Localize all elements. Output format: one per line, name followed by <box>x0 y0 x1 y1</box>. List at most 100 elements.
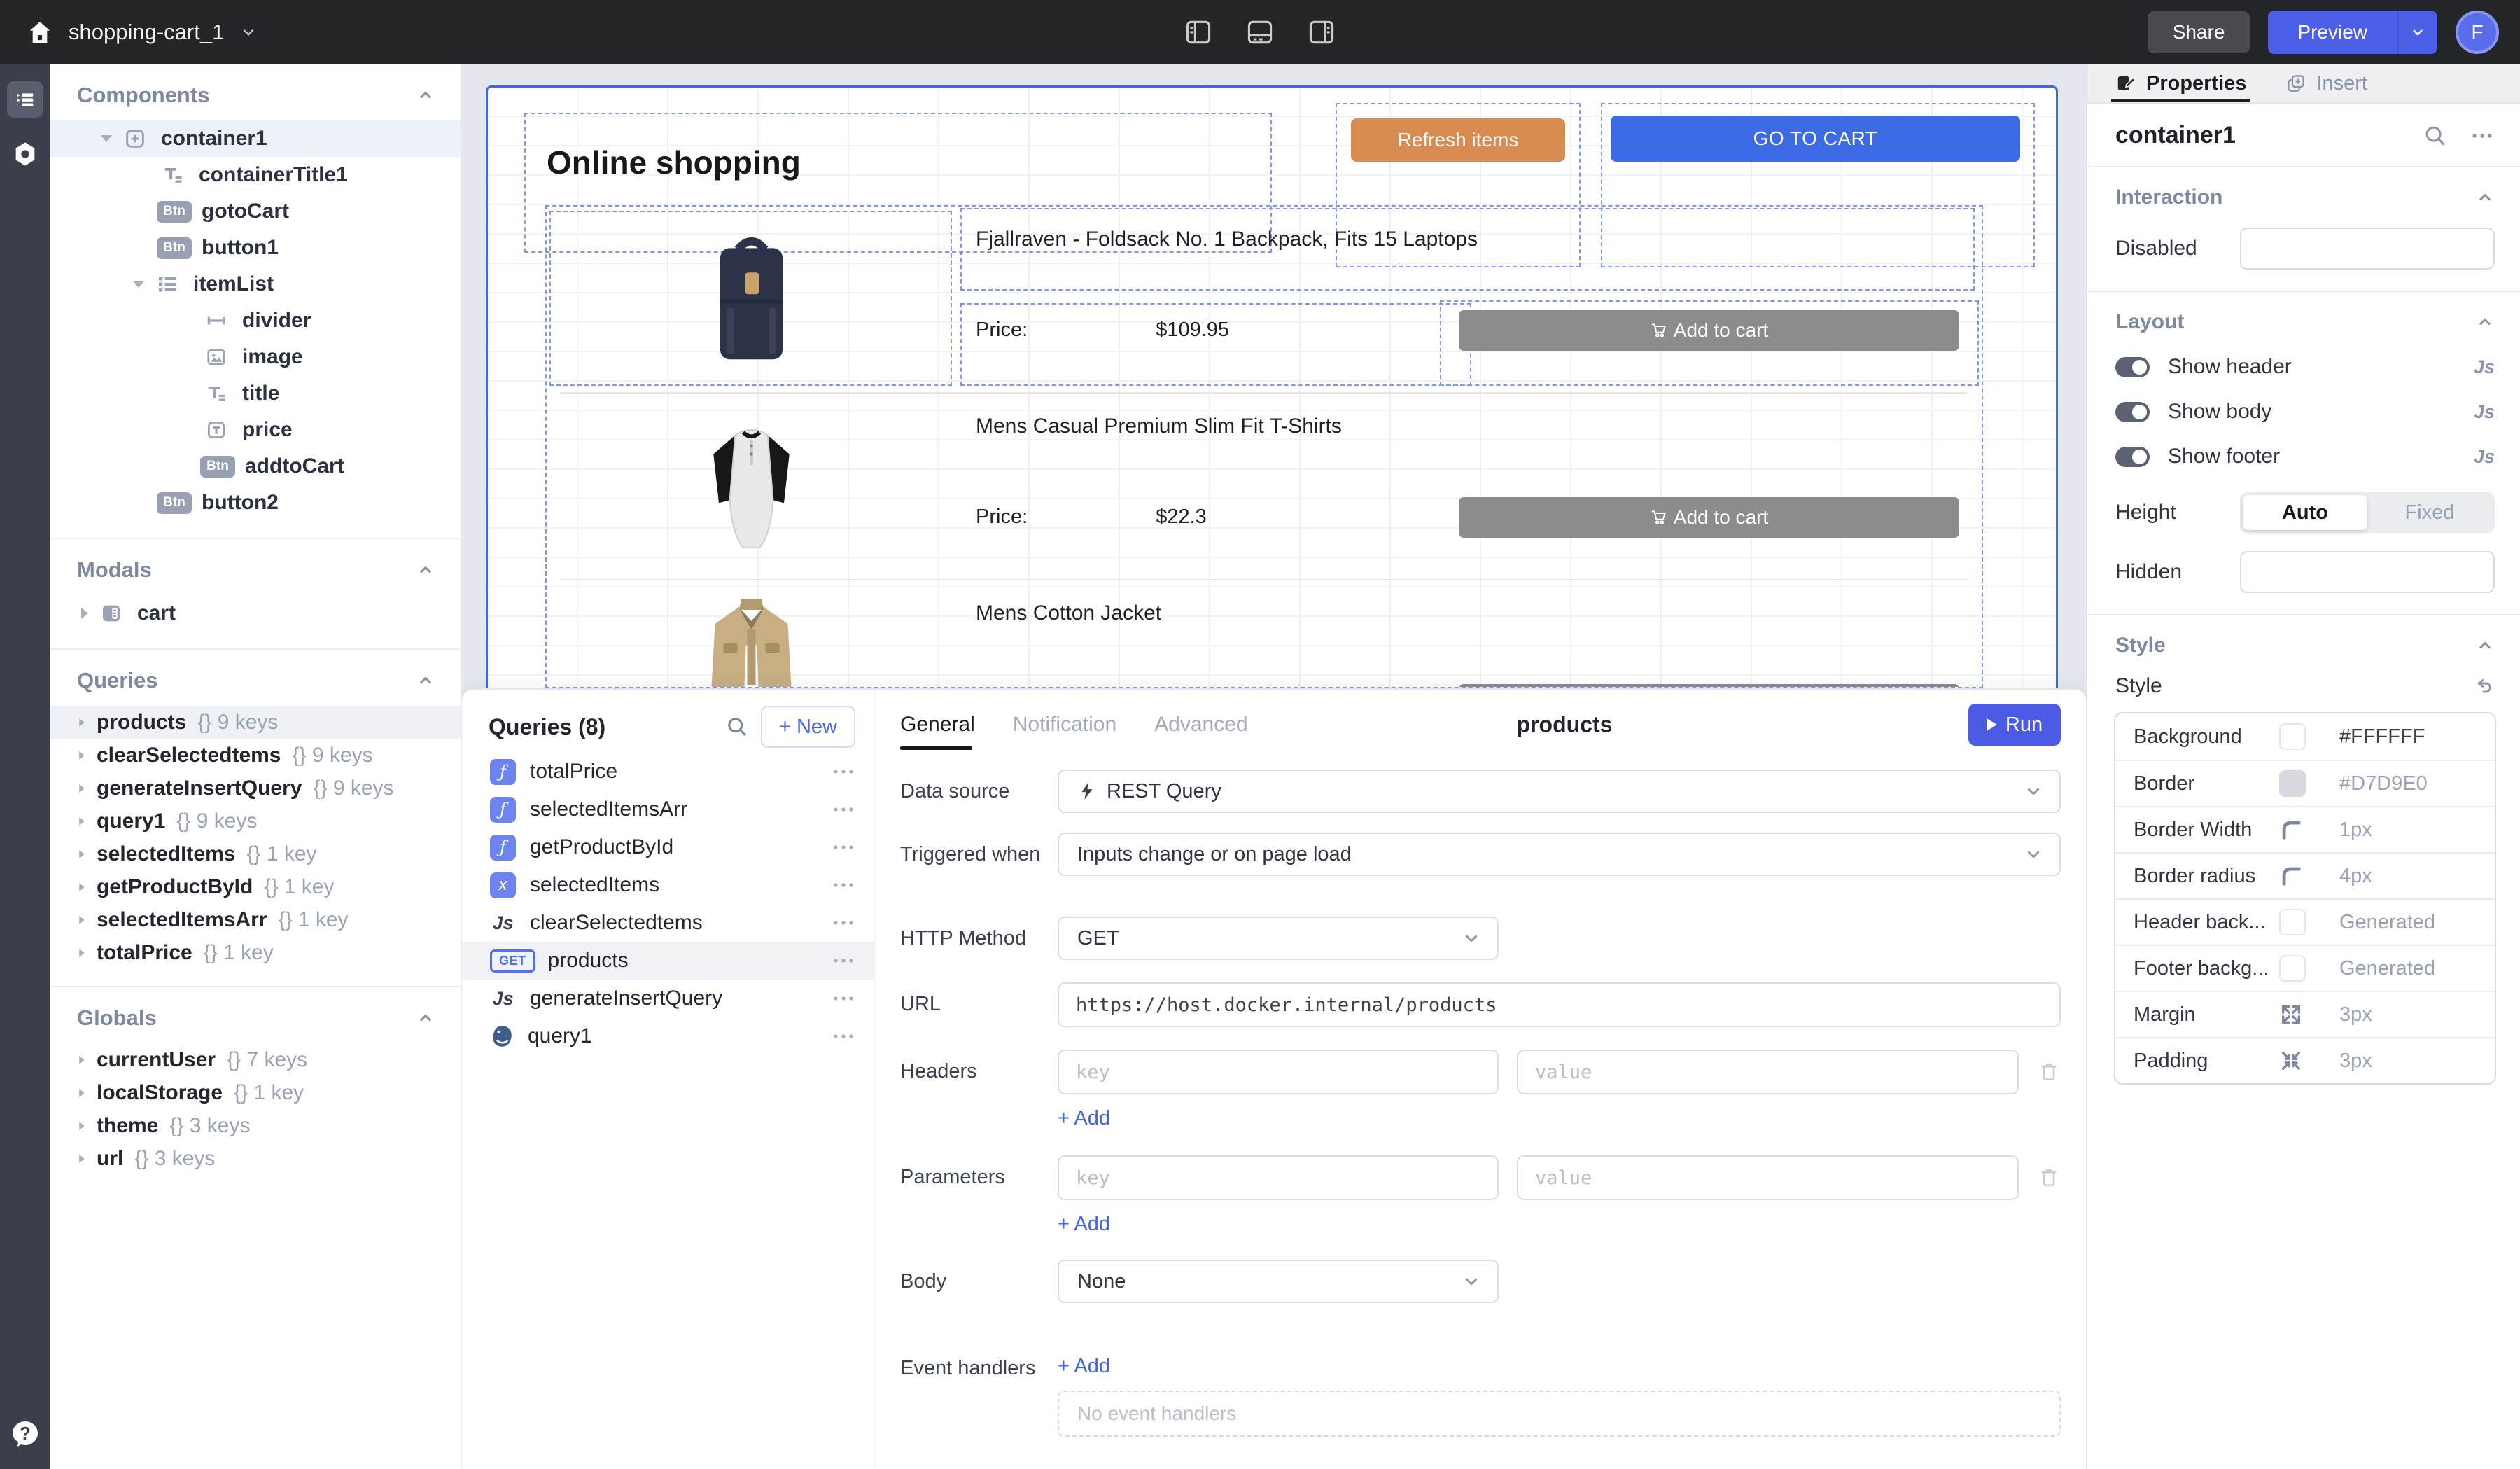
tree-item-gotoCart[interactable]: Btn gotoCart <box>50 193 461 230</box>
tree-item-addtoCart[interactable]: Btn addtoCart <box>50 448 461 485</box>
caret-right-icon[interactable] <box>79 883 85 891</box>
caret-right-icon[interactable] <box>79 916 85 924</box>
home-icon[interactable] <box>27 19 53 46</box>
js-flag[interactable]: Js <box>2474 401 2495 423</box>
tab-general[interactable]: General <box>900 699 975 750</box>
border-color-swatch[interactable] <box>2279 770 2306 797</box>
query-options-icon[interactable] <box>832 994 855 1003</box>
query-list-item[interactable]: Js generateInsertQuery <box>462 980 874 1017</box>
app-title[interactable]: shopping-cart_1 <box>69 20 224 45</box>
query-list-item[interactable]: ƒ totalPrice <box>462 753 874 791</box>
global-tree-item[interactable]: localStorage{} 1 key <box>50 1076 461 1109</box>
tab-notification[interactable]: Notification <box>1013 699 1116 750</box>
share-button[interactable]: Share <box>2148 11 2250 53</box>
query-tree-item[interactable]: getProductById{} 1 key <box>50 870 461 903</box>
header-value-input[interactable] <box>1517 1050 2019 1094</box>
toggle-right-panel-icon[interactable] <box>1306 17 1337 48</box>
tree-item-container1[interactable]: container1 <box>50 120 461 157</box>
query-list-item-selected[interactable]: GET products <box>462 942 874 980</box>
caret-right-icon[interactable] <box>79 850 85 858</box>
style-row-padding[interactable]: Padding 3px <box>2115 1037 2495 1083</box>
caret-right-icon[interactable] <box>79 784 85 793</box>
caret-right-icon[interactable] <box>79 718 85 727</box>
caret-right-icon[interactable] <box>79 1155 85 1163</box>
query-tree-item[interactable]: selectedItems{} 1 key <box>50 837 461 870</box>
run-query-button[interactable]: Run <box>1968 704 2061 746</box>
query-tree-item[interactable]: query1{} 9 keys <box>50 805 461 837</box>
query-options-icon[interactable] <box>832 919 855 927</box>
delete-header-icon[interactable] <box>2037 1060 2061 1084</box>
modals-collapse-icon[interactable] <box>416 560 435 580</box>
parameter-key-input[interactable] <box>1058 1155 1499 1200</box>
show-footer-toggle[interactable] <box>2115 447 2150 467</box>
toggle-bottom-panel-icon[interactable] <box>1245 17 1275 48</box>
query-tree-item[interactable]: products{} 9 keys <box>50 706 461 739</box>
settings-icon[interactable] <box>7 136 43 172</box>
query-options-icon[interactable] <box>832 1032 855 1040</box>
caret-right-icon[interactable] <box>79 1089 85 1097</box>
query-search-icon[interactable] <box>724 714 750 739</box>
style-row-header-background[interactable]: Header back... Generated <box>2115 898 2495 945</box>
footer-background-swatch[interactable] <box>2279 955 2306 982</box>
disabled-input[interactable] <box>2240 228 2495 270</box>
tab-advanced[interactable]: Advanced <box>1154 699 1247 750</box>
caret-down-icon[interactable] <box>101 135 112 142</box>
query-tree-item[interactable]: totalPrice{} 1 key <box>50 936 461 969</box>
caret-right-icon[interactable] <box>79 1056 85 1064</box>
tree-item-button1[interactable]: Btn button1 <box>50 230 461 266</box>
show-header-toggle[interactable] <box>2115 357 2150 377</box>
caret-right-icon[interactable] <box>79 949 85 957</box>
query-options-icon[interactable] <box>832 767 855 776</box>
add-header-link[interactable]: + Add <box>1058 1107 1110 1130</box>
query-options-icon[interactable] <box>832 843 855 851</box>
global-tree-item[interactable]: theme{} 3 keys <box>50 1109 461 1142</box>
tab-insert[interactable]: Insert <box>2286 64 2367 102</box>
globals-collapse-icon[interactable] <box>416 1008 435 1028</box>
tab-properties[interactable]: Properties <box>2115 64 2246 102</box>
caret-right-icon[interactable] <box>79 817 85 826</box>
go-to-cart-button[interactable]: GO TO CART <box>1611 116 2020 162</box>
queries-collapse-icon[interactable] <box>416 671 435 690</box>
query-options-icon[interactable] <box>832 805 855 814</box>
tree-item-price[interactable]: price <box>50 412 461 448</box>
query-list-item[interactable]: x selectedItems <box>462 866 874 904</box>
caret-right-icon[interactable] <box>81 608 88 619</box>
height-auto-option[interactable]: Auto <box>2243 495 2367 530</box>
body-select[interactable]: None <box>1058 1260 1499 1303</box>
interaction-collapse-icon[interactable] <box>2475 188 2495 207</box>
avatar[interactable]: F <box>2456 11 2499 54</box>
query-list-item[interactable]: Js clearSelectedtems <box>462 904 874 942</box>
query-tree-item[interactable]: generateInsertQuery{} 9 keys <box>50 772 461 805</box>
item-list-widget[interactable]: Fjallraven - Foldsack No. 1 Backpack, Fi… <box>545 205 1983 688</box>
query-list-item[interactable]: ƒ selectedItemsArr <box>462 791 874 828</box>
data-source-select[interactable]: REST Query <box>1058 770 2061 813</box>
js-flag[interactable]: Js <box>2474 356 2495 378</box>
preview-dropdown-chevron-icon[interactable] <box>2397 11 2437 54</box>
layout-collapse-icon[interactable] <box>2475 312 2495 332</box>
add-to-cart-button[interactable]: Add to cart <box>1459 684 1959 688</box>
hidden-input[interactable] <box>2240 551 2495 593</box>
search-properties-icon[interactable] <box>2422 123 2449 149</box>
background-color-swatch[interactable] <box>2279 723 2306 750</box>
caret-right-icon[interactable] <box>79 1122 85 1130</box>
app-title-chevron-down-icon[interactable] <box>239 23 258 41</box>
style-collapse-icon[interactable] <box>2475 636 2495 655</box>
refresh-items-button[interactable]: Refresh items <box>1351 118 1565 162</box>
tree-item-cart-modal[interactable]: cart <box>50 595 461 632</box>
preview-button[interactable]: Preview <box>2268 11 2397 54</box>
style-row-border-radius[interactable]: Border radius 4px <box>2115 852 2495 898</box>
components-collapse-icon[interactable] <box>416 85 435 105</box>
query-list-item[interactable]: ƒ getProductById <box>462 828 874 866</box>
add-to-cart-button[interactable]: Add to cart <box>1459 497 1959 538</box>
style-row-margin[interactable]: Margin 3px <box>2115 991 2495 1037</box>
header-key-input[interactable] <box>1058 1050 1499 1094</box>
query-tree-item[interactable]: selectedItemsArr{} 1 key <box>50 903 461 936</box>
style-row-footer-background[interactable]: Footer backg... Generated <box>2115 945 2495 991</box>
caret-down-icon[interactable] <box>133 281 144 288</box>
tree-item-itemList[interactable]: itemList <box>50 266 461 302</box>
add-to-cart-button[interactable]: Add to cart <box>1459 310 1959 351</box>
add-event-handler-link[interactable]: + Add <box>1058 1355 1110 1378</box>
query-tree-item[interactable]: clearSelectedtems{} 9 keys <box>50 739 461 772</box>
triggered-when-select[interactable]: Inputs change or on page load <box>1058 833 2061 876</box>
header-background-swatch[interactable] <box>2279 909 2306 935</box>
